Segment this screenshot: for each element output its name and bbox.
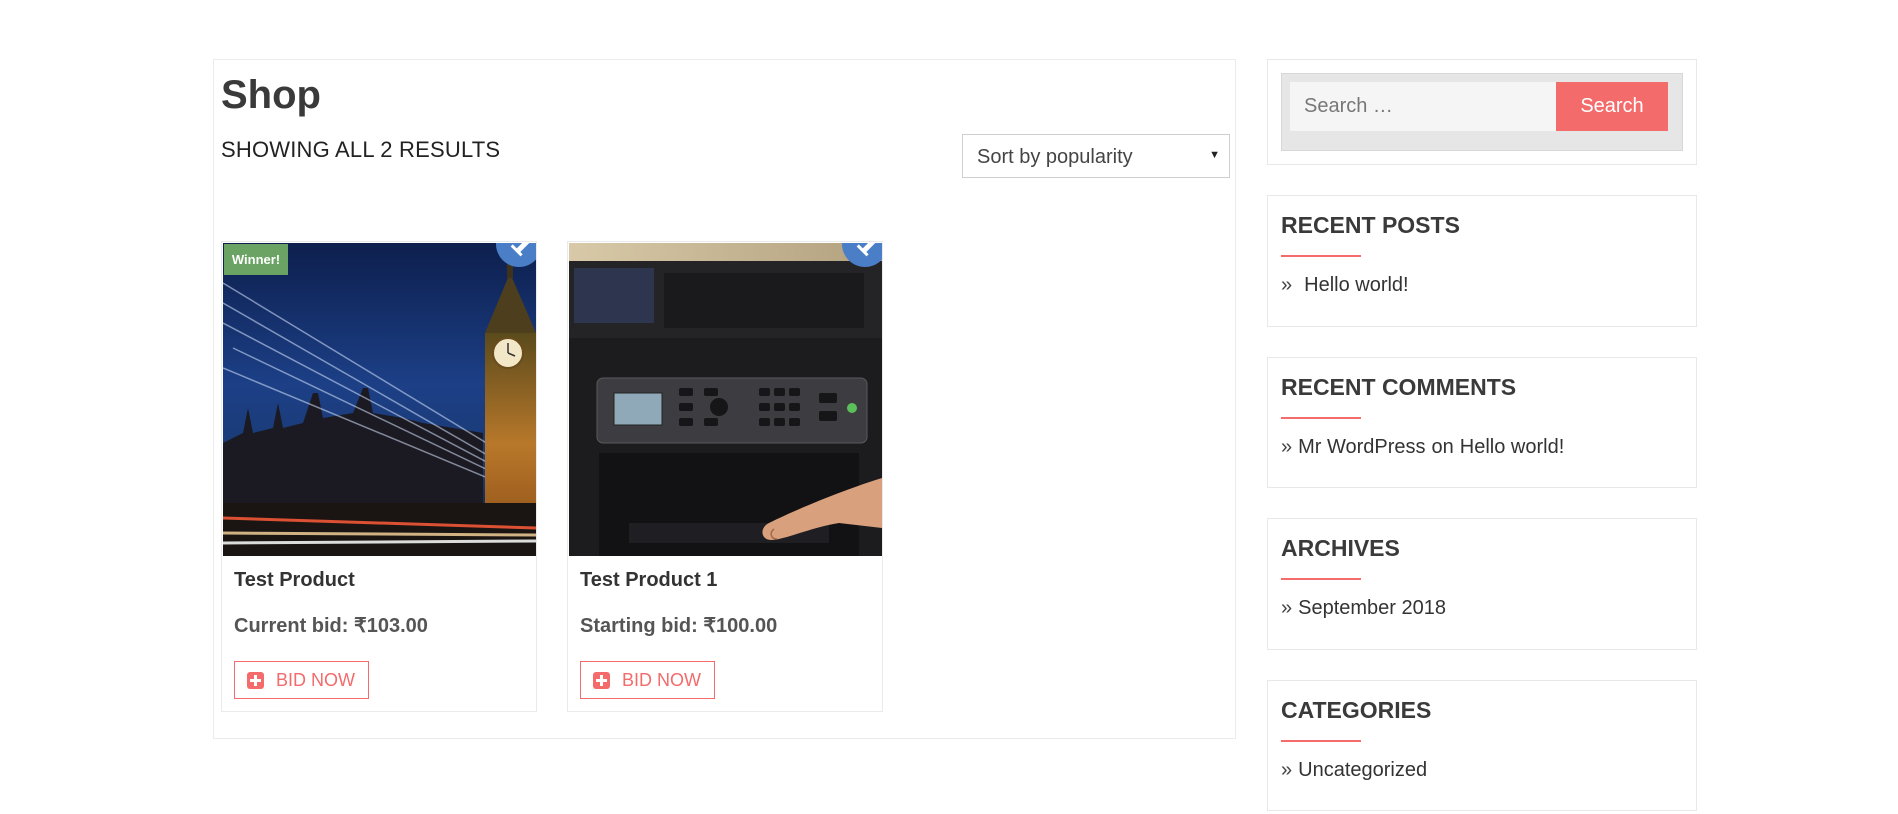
sort-selected-value: Sort by popularity bbox=[977, 146, 1133, 168]
auction-hammer-icon bbox=[496, 243, 536, 267]
plus-square-icon bbox=[593, 671, 610, 689]
page-title: Shop bbox=[221, 73, 321, 117]
winner-badge: Winner! bbox=[224, 244, 288, 275]
list-item: » Uncategorized bbox=[1281, 759, 1427, 782]
search-widget: Search bbox=[1267, 59, 1697, 165]
list-item: » Mr WordPress on Hello world! bbox=[1281, 436, 1564, 459]
comment-post-link[interactable]: Hello world! bbox=[1460, 436, 1564, 459]
double-chevron-right-icon: » bbox=[1281, 436, 1293, 458]
product-card: Test Product 1 Starting bid: ₹100.00 BID… bbox=[567, 241, 883, 712]
search-form: Search bbox=[1281, 73, 1683, 151]
plus-square-icon bbox=[247, 671, 264, 689]
bid-now-label: BID NOW bbox=[276, 669, 355, 690]
list-item: » September 2018 bbox=[1281, 597, 1446, 620]
recent-comments-widget: RECENT COMMENTS » Mr WordPress on Hello … bbox=[1267, 357, 1697, 488]
search-input[interactable] bbox=[1290, 82, 1556, 131]
category-link[interactable]: Uncategorized bbox=[1298, 759, 1427, 782]
list-item: » Hello world! bbox=[1281, 274, 1409, 297]
comment-connector: on bbox=[1431, 436, 1454, 458]
shop-content: Shop SHOWING ALL 2 RESULTS Sort by popul… bbox=[213, 59, 1236, 739]
title-underline bbox=[1281, 255, 1361, 257]
recent-post-link[interactable]: Hello world! bbox=[1304, 274, 1408, 297]
double-chevron-right-icon: » bbox=[1281, 597, 1293, 619]
product-image[interactable]: Winner! bbox=[223, 243, 536, 556]
double-chevron-right-icon: » bbox=[1281, 274, 1293, 296]
widget-title: RECENT POSTS bbox=[1281, 212, 1460, 238]
bid-now-label: BID NOW bbox=[622, 669, 701, 690]
bid-now-button[interactable]: BID NOW bbox=[234, 661, 369, 699]
categories-widget: CATEGORIES » Uncategorized bbox=[1267, 680, 1697, 811]
widget-title: ARCHIVES bbox=[1281, 535, 1400, 561]
bid-now-button[interactable]: BID NOW bbox=[580, 661, 715, 699]
search-button[interactable]: Search bbox=[1556, 82, 1668, 131]
product-name[interactable]: Test Product bbox=[234, 569, 355, 592]
title-underline bbox=[1281, 740, 1361, 742]
auction-hammer-icon bbox=[842, 243, 882, 267]
product-bid-price: Current bid: ₹103.00 bbox=[234, 615, 428, 637]
caret-down-icon: ▼ bbox=[1209, 149, 1220, 161]
result-count: SHOWING ALL 2 RESULTS bbox=[221, 137, 501, 162]
double-chevron-right-icon: » bbox=[1281, 759, 1293, 781]
sort-select[interactable]: Sort by popularity ▼ bbox=[962, 134, 1230, 178]
product-bid-price: Starting bid: ₹100.00 bbox=[580, 615, 778, 637]
widget-title: RECENT COMMENTS bbox=[1281, 374, 1517, 400]
product-name[interactable]: Test Product 1 bbox=[580, 569, 717, 592]
archives-widget: ARCHIVES » September 2018 bbox=[1267, 518, 1697, 650]
recent-posts-widget: RECENT POSTS » Hello world! bbox=[1267, 195, 1697, 327]
archive-link[interactable]: September 2018 bbox=[1298, 597, 1446, 620]
widget-title: CATEGORIES bbox=[1281, 697, 1432, 723]
product-card: Winner! Test Product Current bid: ₹103.0… bbox=[221, 241, 537, 712]
printer-photo bbox=[569, 243, 882, 556]
title-underline bbox=[1281, 417, 1361, 419]
big-ben-night-photo bbox=[223, 243, 536, 556]
title-underline bbox=[1281, 578, 1361, 580]
product-image[interactable] bbox=[569, 243, 882, 556]
comment-author-link[interactable]: Mr WordPress bbox=[1298, 436, 1425, 459]
